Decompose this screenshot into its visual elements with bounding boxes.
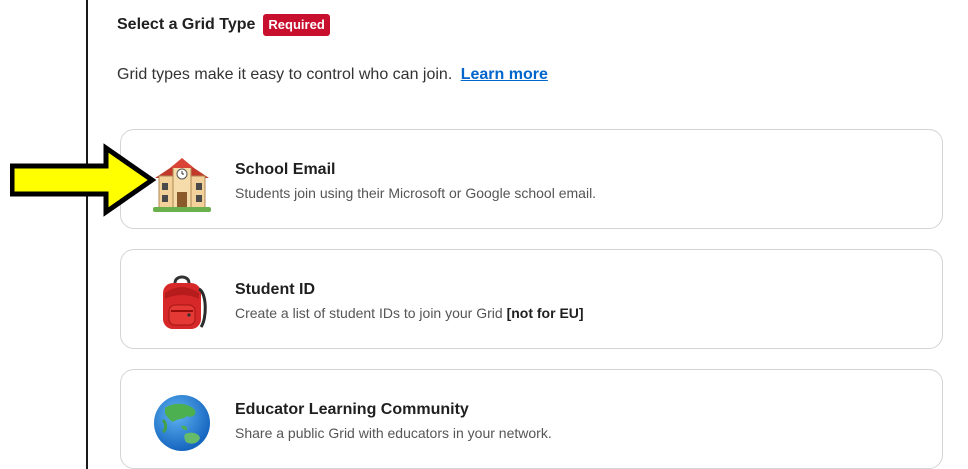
option-description: Share a public Grid with educators in yo… (235, 425, 552, 441)
intro-description: Grid types make it easy to control who c… (117, 66, 453, 83)
intro-text: Grid types make it easy to control who c… (117, 66, 548, 84)
option-school-email[interactable]: School Email Students join using their M… (120, 129, 943, 229)
option-student-id[interactable]: Student ID Create a list of student IDs … (120, 249, 943, 349)
option-title: School Email (235, 161, 336, 178)
option-text: Educator Learning Community Share a publ… (235, 401, 552, 441)
required-badge: Required (263, 14, 330, 36)
section-heading: Select a Grid Type (117, 16, 256, 33)
yellow-arrow-icon (10, 143, 157, 217)
option-text: Student ID Create a list of student IDs … (235, 281, 584, 321)
school-building-icon (153, 158, 211, 212)
option-text: School Email Students join using their M… (235, 161, 596, 201)
globe-icon (154, 395, 210, 451)
left-divider (86, 0, 88, 469)
learn-more-link[interactable]: Learn more (461, 66, 548, 83)
option-title: Student ID (235, 281, 315, 298)
option-description-text: Create a list of student IDs to join you… (235, 305, 503, 321)
backpack-icon (163, 275, 207, 329)
option-title: Educator Learning Community (235, 401, 469, 418)
option-educator-community[interactable]: Educator Learning Community Share a publ… (120, 369, 943, 469)
eu-restriction-note: [not for EU] (506, 305, 584, 321)
heading-row: Select a Grid Type Required (117, 14, 330, 36)
grid-type-page: Select a Grid Type Required Grid types m… (0, 0, 968, 469)
option-description: Students join using their Microsoft or G… (235, 185, 597, 201)
option-description: Create a list of student IDs to join you… (235, 305, 584, 321)
